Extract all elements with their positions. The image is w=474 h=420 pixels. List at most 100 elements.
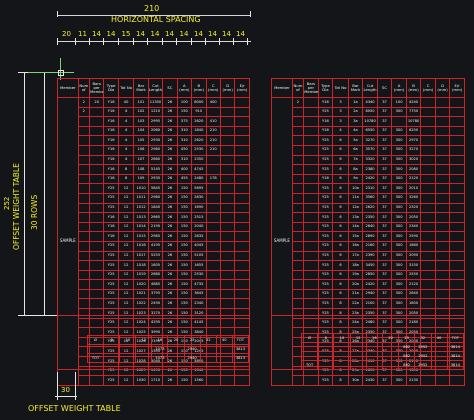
table-row: Y25 12 1019 2680 26 150 2530 [58,269,250,281]
table-cell [420,173,436,185]
summary-cell: 2952 [414,351,432,361]
table-cell [420,375,436,386]
table-cell [420,269,436,281]
summary-cell [381,342,400,352]
table-cell: 1805 [147,260,164,271]
table-cell: 12 [117,269,135,281]
table-cell: 7a [347,154,364,166]
table-cell [219,154,236,166]
column-header: SC [162,78,178,98]
table-cell [434,250,451,262]
table-cell: 6 [332,279,349,290]
summary-cell [430,360,448,370]
summary-cell [86,344,105,354]
table-cell [205,231,221,242]
table-cell [449,144,465,156]
table-cell [420,164,436,175]
summary-cell: 40 [215,335,233,345]
table-cell: 21a [347,288,364,300]
table-cell [234,269,250,281]
table-cell: 9a [347,173,364,185]
table-cell: 300 [391,317,407,329]
table-cell: 2640 [362,221,378,233]
table-cell [219,298,236,310]
table-cell: 300 [391,173,407,185]
table-cell: 4045 [191,240,207,252]
column-header: D (mm) [434,78,451,98]
table-cell [234,135,250,146]
table-cell: 4 [117,125,135,137]
table-cell: 26 [162,308,178,319]
table-cell [449,154,465,166]
table-cell: 26 [162,298,178,310]
table-cell: Y16 [103,164,119,175]
table-cell: 26 [162,144,178,156]
table-cell: 1210 [147,106,164,118]
table-cell [234,183,250,194]
table-cell [434,298,451,310]
table-cell: 37 [376,221,393,233]
summary-row: 1073 2940 3813 [86,344,250,354]
table-cell [434,260,451,271]
table-cell [77,298,90,310]
table-cell [77,202,90,214]
table-cell: 1490 [147,365,164,377]
table-cell [205,317,221,329]
table-cell: 12 [117,317,135,329]
table-cell: 26 [162,260,178,271]
left-table-frame-right [249,78,250,370]
table-cell: 300 [391,164,407,175]
table-cell: 4340 [362,97,378,108]
table-cell: 37 [376,164,393,175]
left-table-frame-left [57,78,58,370]
table-row: Y25 12 1024 4295 26 150 4145 [58,317,250,329]
table-cell [449,164,465,175]
summary-cell: 862 [398,360,416,370]
table-cell: 2050 [405,212,422,223]
summary-cell [135,344,153,354]
table-row: Y16 4 105 2930 26 310 2620 210 [58,135,250,146]
summary-cell: 16 [151,335,169,345]
table-cell: 37 [376,135,393,146]
segment-dim-label: 14 [179,30,189,38]
table-cell [205,260,221,271]
table-row: Y16 4 107 2660 26 310 2350 [58,154,250,166]
table-cell [420,106,436,118]
table-cell [420,97,436,108]
table-cell: Y25 [103,250,119,262]
table-cell [434,221,451,233]
table-cell [219,116,236,127]
summary-cell [333,351,351,361]
table-cell [303,183,319,194]
table-cell [434,164,451,175]
table-cell [303,212,319,223]
summary-cell: 25 [398,333,416,343]
table-row: SAMPLE 2 Y16 3 1a 4340 37 100 4240 [271,97,465,386]
table-cell [234,240,250,252]
table-cell: 101 [133,97,149,108]
table-row: Y25 6 17a 2390 37 300 2090 [272,250,465,262]
table-cell [234,164,250,175]
table-cell [291,260,305,271]
table-cell: 8 [332,375,349,386]
table-row: Y25 6 21a 2940 37 300 2640 [272,288,465,300]
vertical-rows-label: 30 ROWS [30,194,39,230]
table-cell: 12 [117,279,135,290]
table-row: Y25 6 10a 2310 37 300 2010 [272,183,465,194]
table-row: Y25 6 7a 3320 37 300 3020 [272,154,465,166]
table-cell: 375 [176,116,193,127]
table-cell [234,308,250,319]
table-cell: 2930 [147,135,164,146]
summary-cell: TOT [300,360,319,370]
table-cell [88,135,105,146]
table-cell [303,317,319,329]
table-cell [88,183,105,194]
table-cell: Y25 [317,231,334,242]
table-cell: 1016 [133,240,149,252]
table-cell: 2430 [362,375,378,386]
table-cell [234,250,250,262]
table-cell: 14a [347,221,364,233]
right-summary-table: Ø 8 10 12 16 20 25 32 40 TOT 862 2952 3814 862 2952 381… [300,333,465,370]
table-cell: 26 [162,269,178,281]
table-cell: 8 [332,317,349,329]
